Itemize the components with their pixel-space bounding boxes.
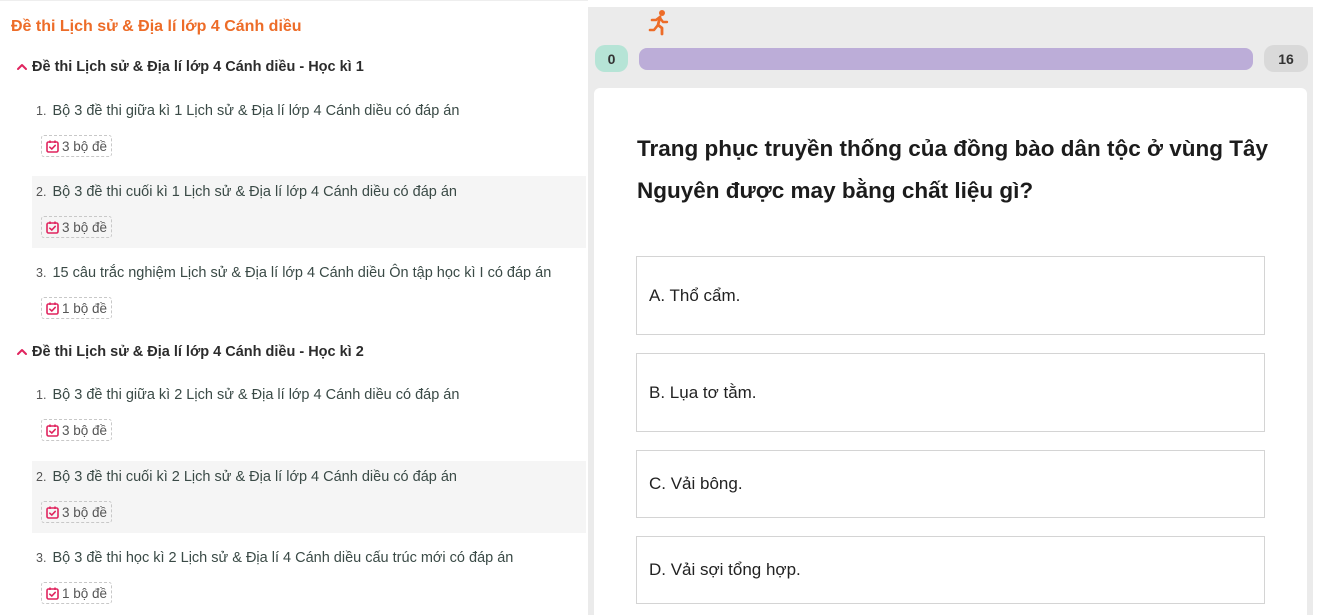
- item-title-text: 15 câu trắc nghiệm Lịch sử & Địa lí lớp …: [52, 265, 552, 281]
- answer-option-d[interactable]: D. Vải sợi tổng hợp.: [636, 536, 1265, 604]
- badge-label: 3 bộ đề: [62, 219, 108, 235]
- exam-count-badge: 3 bộ đề: [41, 216, 113, 238]
- calendar-check-icon: [46, 221, 59, 234]
- exam-list-item[interactable]: 2. Bộ 3 đề thi cuối kì 2 Lịch sử & Địa l…: [32, 461, 586, 533]
- item-number: 1.: [36, 388, 47, 402]
- badge-label: 3 bộ đề: [62, 504, 108, 520]
- item-title-text: Bộ 3 đề thi giữa kì 1 Lịch sử & Địa lí l…: [52, 103, 460, 119]
- section-heading: Đề thi Lịch sử & Địa lí lớp 4 Cánh diều …: [32, 59, 364, 75]
- item-number: 2.: [36, 185, 47, 199]
- answer-option-a[interactable]: A. Thổ cẩm.: [636, 256, 1265, 335]
- item-title-text: Bộ 3 đề thi học kì 2 Lịch sử & Địa lí 4 …: [52, 550, 514, 566]
- item-number: 1.: [36, 104, 47, 118]
- section-hk1-toggle[interactable]: Đề thi Lịch sử & Địa lí lớp 4 Cánh diều …: [16, 59, 364, 75]
- calendar-check-icon: [46, 302, 59, 315]
- exam-count-badge: 3 bộ đề: [41, 135, 113, 157]
- badge-label: 1 bộ đề: [62, 585, 108, 601]
- exam-item-title: 2. Bộ 3 đề thi cuối kì 1 Lịch sử & Địa l…: [36, 184, 457, 200]
- exam-list-item[interactable]: 3. Bộ 3 đề thi học kì 2 Lịch sử & Địa lí…: [32, 542, 586, 614]
- calendar-check-icon: [46, 587, 59, 600]
- exam-item-title: 3. 15 câu trắc nghiệm Lịch sử & Địa lí l…: [36, 265, 551, 281]
- total-question-badge: 16: [1264, 45, 1308, 72]
- exam-list-panel: Đề thi Lịch sử & Địa lí lớp 4 Cánh diều …: [0, 0, 588, 615]
- item-number: 3.: [36, 266, 47, 280]
- answer-option-c[interactable]: C. Vải bông.: [636, 450, 1265, 518]
- page: Đề thi Lịch sử & Địa lí lớp 4 Cánh diều …: [0, 0, 1320, 615]
- question-text: Trang phục truyền thống của đồng bào dân…: [637, 136, 1269, 203]
- quiz-progress-bar: [639, 48, 1253, 70]
- calendar-check-icon: [46, 140, 59, 153]
- item-number: 3.: [36, 551, 47, 565]
- runner-icon: [647, 9, 671, 37]
- exam-count-badge: 1 bộ đề: [41, 582, 113, 604]
- badge-label: 1 bộ đề: [62, 300, 108, 316]
- item-title-text: Bộ 3 đề thi cuối kì 2 Lịch sử & Địa lí l…: [52, 469, 457, 485]
- item-number: 2.: [36, 470, 47, 484]
- exam-list-title[interactable]: Đề thi Lịch sử & Địa lí lớp 4 Cánh diều: [11, 18, 302, 36]
- answer-option-b[interactable]: B. Lụa tơ tằm.: [636, 353, 1265, 432]
- question-card: Trang phục truyền thống của đồng bào dân…: [594, 88, 1307, 615]
- exam-count-badge: 1 bộ đề: [41, 297, 113, 319]
- exam-list-item[interactable]: 2. Bộ 3 đề thi cuối kì 1 Lịch sử & Địa l…: [32, 176, 586, 248]
- exam-item-title: 1. Bộ 3 đề thi giữa kì 1 Lịch sử & Địa l…: [36, 103, 459, 119]
- section-hk2-toggle[interactable]: Đề thi Lịch sử & Địa lí lớp 4 Cánh diều …: [16, 344, 364, 360]
- calendar-check-icon: [46, 506, 59, 519]
- badge-label: 3 bộ đề: [62, 138, 108, 154]
- exam-item-title: 1. Bộ 3 đề thi giữa kì 2 Lịch sử & Địa l…: [36, 387, 459, 403]
- answered-count-badge: 0: [595, 45, 628, 72]
- exam-item-title: 3. Bộ 3 đề thi học kì 2 Lịch sử & Địa lí…: [36, 550, 513, 566]
- exam-count-badge: 3 bộ đề: [41, 501, 113, 523]
- section-heading: Đề thi Lịch sử & Địa lí lớp 4 Cánh diều …: [32, 344, 364, 360]
- item-title-text: Bộ 3 đề thi cuối kì 1 Lịch sử & Địa lí l…: [52, 184, 457, 200]
- exam-list-item[interactable]: 1. Bộ 3 đề thi giữa kì 1 Lịch sử & Địa l…: [32, 95, 586, 167]
- exam-list-item[interactable]: 1. Bộ 3 đề thi giữa kì 2 Lịch sử & Địa l…: [32, 379, 586, 451]
- exam-count-badge: 3 bộ đề: [41, 419, 113, 441]
- chevron-up-icon: [16, 62, 28, 72]
- exam-list-item[interactable]: 3. 15 câu trắc nghiệm Lịch sử & Địa lí l…: [32, 257, 586, 329]
- quiz-panel: 0 16 Trang phục truyền thống của đồng bà…: [588, 7, 1313, 615]
- exam-item-title: 2. Bộ 3 đề thi cuối kì 2 Lịch sử & Địa l…: [36, 469, 457, 485]
- chevron-up-icon: [16, 347, 28, 357]
- item-title-text: Bộ 3 đề thi giữa kì 2 Lịch sử & Địa lí l…: [52, 387, 460, 403]
- badge-label: 3 bộ đề: [62, 422, 108, 438]
- calendar-check-icon: [46, 424, 59, 437]
